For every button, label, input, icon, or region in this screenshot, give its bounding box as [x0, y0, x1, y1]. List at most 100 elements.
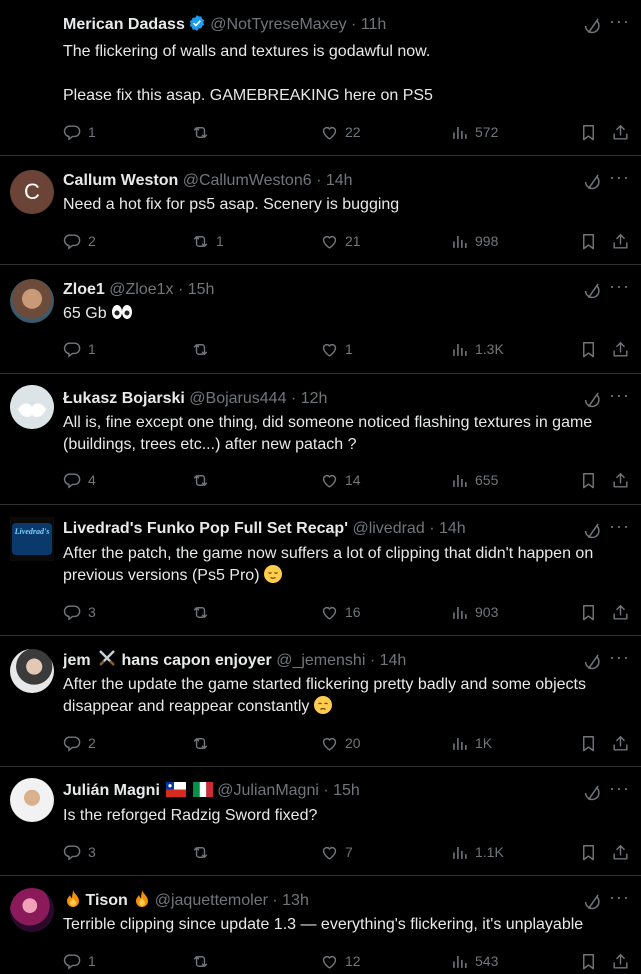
- more-options-icon[interactable]: ···: [609, 168, 631, 190]
- like-button[interactable]: 16: [320, 601, 361, 623]
- tweet[interactable]: Zloe1 @Zloe1x · 15h ··· 65 Gb 1 1 1.3K: [0, 265, 641, 374]
- views-button[interactable]: 1.3K: [450, 338, 504, 360]
- handle[interactable]: @CallumWeston6: [183, 172, 312, 189]
- timestamp[interactable]: 15h: [188, 281, 215, 298]
- timestamp[interactable]: 13h: [282, 892, 309, 909]
- avatar[interactable]: [10, 385, 54, 429]
- avatar[interactable]: Livedrad's: [10, 517, 54, 561]
- grok-icon[interactable]: [581, 390, 601, 410]
- more-options-icon[interactable]: ···: [609, 648, 631, 670]
- avatar[interactable]: [10, 888, 54, 932]
- views-button[interactable]: 543: [450, 950, 498, 972]
- share-button[interactable]: [611, 950, 636, 972]
- retweet-button[interactable]: [191, 732, 216, 754]
- handle[interactable]: @Zloe1x: [109, 281, 173, 298]
- timestamp[interactable]: 14h: [326, 172, 353, 189]
- display-name-suffix[interactable]: hans capon enjoyer: [121, 652, 271, 669]
- grok-icon[interactable]: [581, 521, 601, 541]
- handle[interactable]: @_jemenshi: [276, 652, 365, 669]
- reply-button[interactable]: 1: [63, 338, 96, 360]
- more-options-icon[interactable]: ···: [609, 779, 631, 801]
- reply-button[interactable]: 3: [63, 601, 96, 623]
- more-options-icon[interactable]: ···: [609, 386, 631, 408]
- handle[interactable]: @jaquettemoler: [155, 892, 268, 909]
- like-button[interactable]: 14: [320, 469, 361, 491]
- grok-icon[interactable]: [581, 16, 601, 36]
- views-button[interactable]: 1K: [450, 732, 492, 754]
- reply-button[interactable]: 4: [63, 469, 96, 491]
- tweet[interactable]: Merican Dadass @NotTyreseMaxey · 11h ···…: [0, 0, 641, 156]
- grok-icon[interactable]: [581, 172, 601, 192]
- bookmark-button[interactable]: [579, 732, 604, 754]
- timestamp[interactable]: 11h: [361, 16, 387, 33]
- avatar[interactable]: C: [10, 170, 54, 214]
- like-button[interactable]: 21: [320, 230, 361, 252]
- avatar[interactable]: [10, 649, 54, 693]
- display-name[interactable]: Julián Magni: [63, 782, 160, 799]
- tweet[interactable]: jem hans capon enjoyer @_jemenshi · 14h …: [0, 636, 641, 767]
- retweet-button[interactable]: [191, 601, 216, 623]
- more-options-icon[interactable]: ···: [609, 277, 631, 299]
- display-name[interactable]: Tison: [85, 892, 127, 909]
- views-button[interactable]: 1.1K: [450, 841, 504, 863]
- bookmark-button[interactable]: [579, 121, 604, 143]
- display-name[interactable]: Livedrad's Funko Pop Full Set Recap': [63, 520, 348, 537]
- share-button[interactable]: [611, 230, 636, 252]
- reply-button[interactable]: 2: [63, 230, 96, 252]
- like-button[interactable]: 12: [320, 950, 361, 972]
- retweet-button[interactable]: 1: [191, 230, 224, 252]
- timestamp[interactable]: 15h: [333, 782, 360, 799]
- bookmark-button[interactable]: [579, 601, 604, 623]
- handle[interactable]: @Bojarus444: [189, 390, 286, 407]
- retweet-button[interactable]: [191, 841, 216, 863]
- timestamp[interactable]: 14h: [439, 520, 466, 537]
- avatar[interactable]: [10, 778, 54, 822]
- display-name[interactable]: Callum Weston: [63, 172, 178, 189]
- handle[interactable]: @livedrad: [352, 520, 424, 537]
- views-button[interactable]: 572: [450, 121, 498, 143]
- avatar[interactable]: [10, 14, 54, 58]
- share-button[interactable]: [611, 841, 636, 863]
- timestamp[interactable]: 14h: [380, 652, 407, 669]
- share-button[interactable]: [611, 601, 636, 623]
- share-button[interactable]: [611, 732, 636, 754]
- reply-button[interactable]: 3: [63, 841, 96, 863]
- more-options-icon[interactable]: ···: [609, 517, 631, 539]
- share-button[interactable]: [611, 338, 636, 360]
- like-button[interactable]: 22: [320, 121, 361, 143]
- tweet[interactable]: C Callum Weston @CallumWeston6 · 14h ···…: [0, 156, 641, 265]
- display-name[interactable]: jem: [63, 652, 91, 669]
- retweet-button[interactable]: [191, 338, 216, 360]
- grok-icon[interactable]: [581, 892, 601, 912]
- retweet-button[interactable]: [191, 950, 216, 972]
- handle[interactable]: @JulianMagni: [217, 782, 319, 799]
- tweet[interactable]: Łukasz Bojarski @Bojarus444 · 12h ··· Al…: [0, 374, 641, 505]
- views-button[interactable]: 998: [450, 230, 498, 252]
- handle[interactable]: @NotTyreseMaxey: [210, 16, 346, 33]
- share-button[interactable]: [611, 469, 636, 491]
- grok-icon[interactable]: [581, 652, 601, 672]
- reply-button[interactable]: 2: [63, 732, 96, 754]
- more-options-icon[interactable]: ···: [609, 12, 631, 34]
- bookmark-button[interactable]: [579, 230, 604, 252]
- retweet-button[interactable]: [191, 121, 216, 143]
- display-name[interactable]: Zloe1: [63, 281, 105, 298]
- grok-icon[interactable]: [581, 783, 601, 803]
- bookmark-button[interactable]: [579, 338, 604, 360]
- timestamp[interactable]: 12h: [301, 390, 328, 407]
- views-button[interactable]: 903: [450, 601, 498, 623]
- tweet[interactable]: Livedrad's Livedrad's Funko Pop Full Set…: [0, 505, 641, 636]
- like-button[interactable]: 20: [320, 732, 361, 754]
- reply-button[interactable]: 1: [63, 950, 96, 972]
- like-button[interactable]: 7: [320, 841, 353, 863]
- like-button[interactable]: 1: [320, 338, 353, 360]
- retweet-button[interactable]: [191, 469, 216, 491]
- tweet[interactable]: Tison @jaquettemoler · 13h ··· Terrible …: [0, 876, 641, 974]
- more-options-icon[interactable]: ···: [609, 888, 631, 910]
- avatar[interactable]: [10, 279, 54, 323]
- display-name[interactable]: Łukasz Bojarski: [63, 390, 185, 407]
- share-button[interactable]: [611, 121, 636, 143]
- bookmark-button[interactable]: [579, 469, 604, 491]
- tweet[interactable]: Julián Magni @JulianMagni · 15h ··· Is t…: [0, 767, 641, 876]
- views-button[interactable]: 655: [450, 469, 498, 491]
